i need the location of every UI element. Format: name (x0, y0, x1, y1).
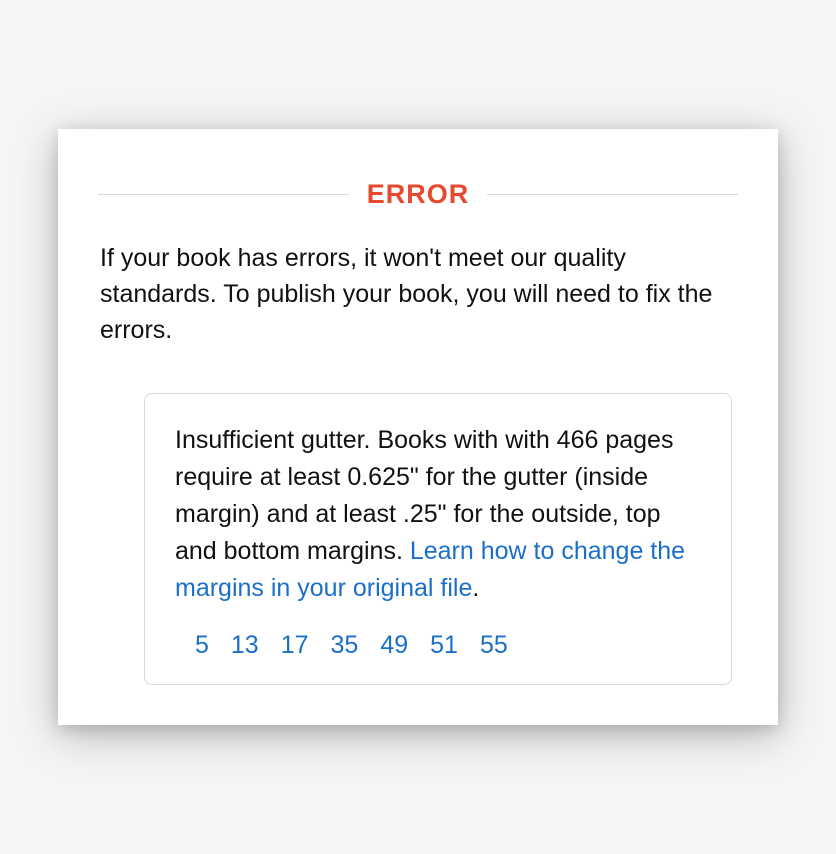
header-divider-left (98, 194, 349, 195)
page-number-link[interactable]: 55 (480, 631, 508, 660)
page-number-link[interactable]: 35 (331, 631, 359, 660)
error-header: ERROR (98, 179, 738, 210)
error-card: ERROR If your book has errors, it won't … (58, 129, 778, 726)
intro-text: If your book has errors, it won't meet o… (98, 240, 738, 349)
error-title: ERROR (349, 179, 488, 210)
page-number-link[interactable]: 5 (195, 631, 209, 660)
page-numbers-list: 5 13 17 35 49 51 55 (175, 631, 701, 660)
page-number-link[interactable]: 17 (281, 631, 309, 660)
page-number-link[interactable]: 49 (380, 631, 408, 660)
page-number-link[interactable]: 13 (231, 631, 259, 660)
error-message-period: . (472, 574, 479, 602)
header-divider-right (487, 194, 738, 195)
error-message: Insufficient gutter. Books with with 466… (175, 422, 701, 607)
page-number-link[interactable]: 51 (430, 631, 458, 660)
error-detail-box: Insufficient gutter. Books with with 466… (144, 393, 732, 685)
